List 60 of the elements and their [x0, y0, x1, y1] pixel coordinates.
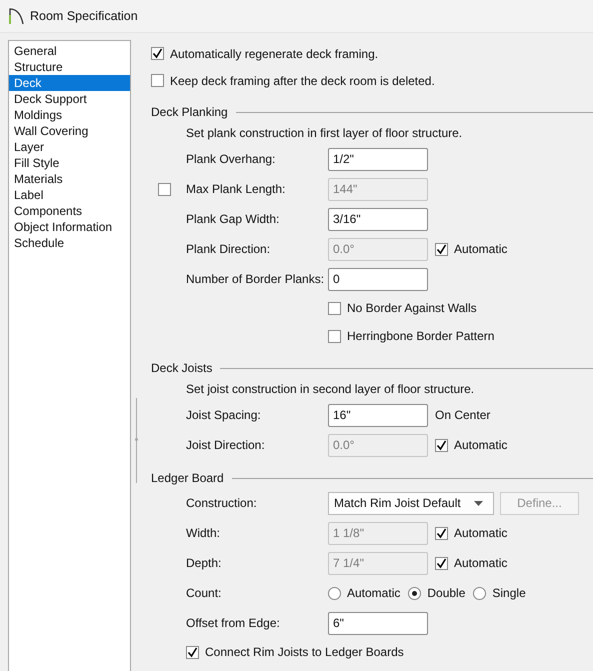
checkbox-label: Connect Rim Joists to Ledger Boards [205, 645, 404, 659]
checkbox[interactable] [151, 74, 164, 87]
field-label: Joist Direction: [186, 438, 265, 452]
field-label: Plank Overhang: [186, 152, 276, 166]
field-label: Count: [186, 586, 222, 600]
radio-button[interactable] [328, 586, 341, 600]
section-title: Deck Planking [151, 105, 228, 119]
dropdown[interactable]: Match Rim Joist Default [328, 492, 494, 514]
checkbox-label: Automatic [454, 438, 508, 452]
input-field[interactable]: 3/16" [328, 208, 428, 230]
checkbox[interactable] [151, 47, 164, 60]
sidebar-item[interactable]: Structure [9, 59, 130, 75]
checkbox-label: Automatic [454, 242, 508, 256]
field-label: Construction: [186, 496, 257, 510]
field-label: Depth: [186, 556, 222, 570]
sidebar-item[interactable]: Wall Covering [9, 123, 130, 139]
option-label: Keep deck framing after the deck room is deleted. [170, 74, 435, 88]
sidebar-item[interactable]: Object Information [9, 219, 130, 235]
input-field[interactable]: 1/2" [328, 148, 428, 170]
checkbox[interactable] [328, 302, 341, 314]
input-field[interactable]: 6" [328, 612, 428, 634]
sidebar-item[interactable]: Fill Style [9, 155, 130, 171]
checkbox-label: Herringbone Border Pattern [347, 329, 494, 343]
sidebar-item[interactable]: Schedule [9, 235, 130, 251]
checkbox-label: No Border Against Walls [347, 301, 477, 315]
checkbox[interactable] [186, 646, 199, 658]
sidebar-item[interactable]: Deck Support [9, 91, 130, 107]
sidebar-item[interactable]: Materials [9, 171, 130, 187]
unit-label: On Center [435, 408, 490, 422]
section-title: Ledger Board [151, 471, 224, 485]
sidebar-item[interactable]: Label [9, 187, 130, 203]
input-field[interactable]: 16" [328, 404, 428, 426]
section-title: Deck Joists [151, 361, 212, 375]
field-label: Number of Border Planks: [186, 272, 324, 286]
checkbox[interactable] [328, 330, 341, 342]
section-description: Set joist construction in second layer of floor structure. [186, 381, 476, 398]
radio-button[interactable] [473, 586, 486, 600]
radio-button[interactable] [408, 586, 422, 600]
caret-icon [474, 500, 483, 506]
field-label: Joist Spacing: [186, 408, 261, 422]
sidebar-item[interactable]: Moldings [9, 107, 130, 123]
radio-label: Automatic [347, 586, 400, 600]
field-label: Plank Gap Width: [186, 212, 280, 226]
checkbox-label: Automatic [454, 556, 508, 570]
field-label: Plank Direction: [186, 242, 270, 256]
app-icon [8, 7, 24, 25]
field-label: Offset from Edge: [186, 616, 280, 630]
option-label: Automatically regenerate deck framing. [170, 46, 378, 60]
sidebar-item[interactable]: General [9, 43, 130, 59]
radio-label: Double [427, 586, 466, 600]
field-label: Width: [186, 526, 220, 540]
sidebar-item[interactable]: Deck [9, 75, 130, 91]
window-title: Room Specification [30, 9, 138, 23]
input-field[interactable]: 0 [328, 268, 428, 290]
field-label: Max Plank Length: [186, 182, 286, 196]
radio-label: Single [492, 586, 526, 600]
sidebar-item[interactable]: Layer [9, 139, 130, 155]
section-description: Set plank construction in first layer of floor structure. [186, 125, 464, 142]
checkbox-label: Automatic [454, 526, 508, 540]
sidebar-item[interactable]: Components [9, 203, 130, 219]
